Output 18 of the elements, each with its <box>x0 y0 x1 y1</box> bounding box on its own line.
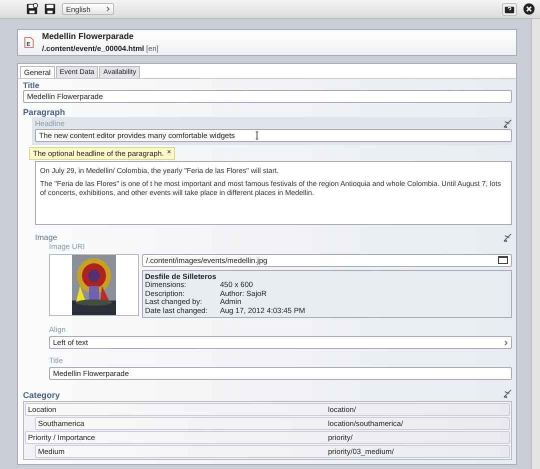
text-editor[interactable] <box>35 160 512 224</box>
scissors-icon[interactable] <box>503 232 512 242</box>
scrollbar[interactable] <box>531 19 540 469</box>
section-label: Paragraph <box>23 106 66 116</box>
scissors-icon[interactable] <box>503 388 512 398</box>
browse-icon[interactable] <box>498 256 508 264</box>
close-icon[interactable] <box>523 3 535 15</box>
caret-icon <box>504 340 508 346</box>
field-label: Title <box>23 80 40 90</box>
field-label: Image <box>35 232 58 242</box>
text-cursor-icon <box>254 130 259 140</box>
save-exit-icon[interactable] <box>26 3 38 15</box>
section-label: Category <box>23 390 60 400</box>
resource-title: Medellin Flowerparade <box>42 31 135 42</box>
save-icon[interactable] <box>44 3 56 15</box>
help-icon[interactable] <box>502 2 517 16</box>
scissors-icon[interactable] <box>503 118 512 128</box>
caret-icon <box>106 6 110 12</box>
